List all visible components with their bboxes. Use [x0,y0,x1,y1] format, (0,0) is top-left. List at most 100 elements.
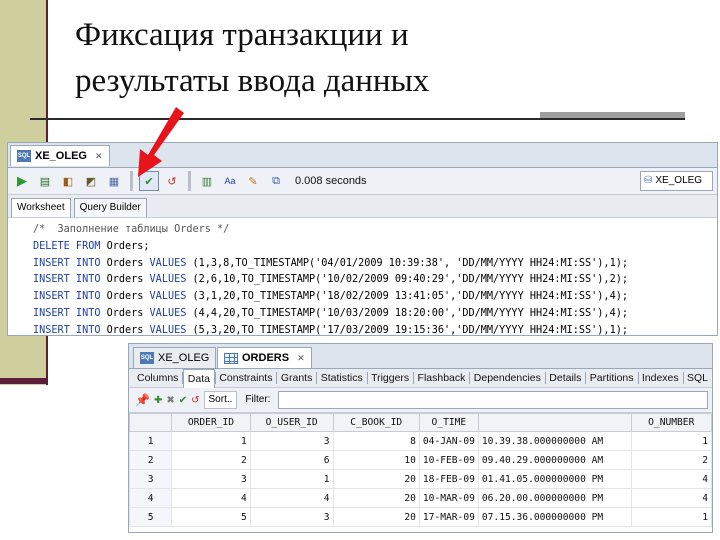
table-cell[interactable]: 1 [630,507,712,527]
sql-keyword: VALUES [149,274,187,286]
sql-text: Orders [100,274,150,286]
table-cell[interactable]: 1 [249,469,334,489]
table-cell[interactable]: 4 [171,488,251,508]
sql-file-icon: SQL [17,150,31,162]
tab-triggers[interactable]: Triggers [367,369,413,387]
row-number[interactable]: 5 [129,507,173,527]
row-number[interactable]: 4 [129,488,173,508]
close-icon[interactable]: ✕ [297,348,305,368]
code-line: INSERT INTO Orders VALUES (1,3,8,TO_TIME… [33,256,717,273]
table-cell[interactable]: 10-MAR-09 [418,488,479,508]
table-cell[interactable]: 10-FEB-09 [418,450,479,470]
sort-button[interactable]: Sort.. [203,391,238,409]
table-cell[interactable]: 20 [332,469,420,489]
delete-row-icon[interactable]: ✖ [166,395,174,406]
table-cell[interactable]: 3 [249,507,334,527]
table-cell[interactable]: 20 [332,507,420,527]
tab-xe-oleg[interactable]: SQL XE_OLEG ✕ [10,145,110,166]
table-cell[interactable]: 04-JAN-09 [418,431,479,451]
change-case-icon[interactable]: Aa [220,171,240,191]
freeze-pin-icon[interactable]: 📌 [135,393,150,407]
commit-icon[interactable]: ✔ [179,395,187,406]
column-header-o-number[interactable]: O_NUMBER [630,413,712,432]
tab-query-builder[interactable]: Query Builder [73,198,147,217]
table-cell[interactable]: 6 [249,450,334,470]
tab-data[interactable]: Data [182,368,215,388]
column-header[interactable] [129,413,173,432]
column-header-o-time[interactable]: O_TIME [418,413,479,432]
red-arrow-annotation [138,107,184,177]
table-cell[interactable]: 3 [171,469,251,489]
rollback-icon[interactable]: ↺ [191,395,199,406]
slide-title-line1: Фиксация транзакции и [75,17,409,53]
tab-grants[interactable]: Grants [277,369,317,387]
sql-editor[interactable]: /* Заполнение таблицы Orders */ DELETE FR… [8,218,717,336]
table-row[interactable]: 2 2 6 10 10-FEB-09 09.40.29.000000000 AM 2 [129,450,712,470]
autotrace-icon[interactable]: ◩ [81,171,101,191]
table-cell[interactable]: 18-FEB-09 [418,469,479,489]
sql-worksheet-window: SQL XE_OLEG ✕ ▶ ▤ ◧ ◩ ▦ ✔ ↺ ▥ Aa ✎ ⧉ 0.0… [7,142,718,336]
table-cell[interactable]: 5 [171,507,251,527]
table-row[interactable]: 3 3 1 20 18-FEB-09 01.41.05.000000000 PM 4 [129,469,712,489]
tab-worksheet[interactable]: Worksheet [11,198,71,217]
sql-file-icon: SQL [140,352,154,364]
filter-input[interactable] [278,391,708,409]
tab-partitions[interactable]: Partitions [586,369,638,387]
clear-icon[interactable]: ✎ [243,171,263,191]
row-number[interactable]: 2 [129,450,173,470]
sql-keyword: VALUES [149,324,187,336]
table-row[interactable]: 4 4 4 20 10-MAR-09 06.20.00.000000000 PM 4 [129,488,712,508]
close-icon[interactable]: ✕ [95,146,103,166]
table-cell[interactable]: 06.20.00.000000000 PM [477,488,632,508]
tab-xe-oleg-2[interactable]: SQL XE_OLEG [133,347,217,368]
table-cell[interactable]: 1 [171,431,251,451]
table-cell[interactable]: 10 [332,450,420,470]
table-cell[interactable]: 2 [630,450,712,470]
insert-row-icon[interactable]: ✚ [154,395,162,406]
sql-text: (5,3,20,TO_TIMESTAMP('17/03/2009 19:15:3… [186,324,628,336]
column-header-c-book-id[interactable]: C_BOOK_ID [332,413,420,432]
table-cell[interactable]: 3 [249,431,334,451]
table-cell[interactable]: 10.39.38.000000000 AM [477,431,632,451]
sql-text: (1,3,8,TO_TIMESTAMP('04/01/2009 10:39:38… [186,257,628,269]
table-row[interactable]: 1 1 3 8 04-JAN-09 10.39.38.000000000 AM 1 [129,431,712,451]
table-cell[interactable]: 01.41.05.000000000 PM [477,469,632,489]
sql-history-icon[interactable]: ▥ [197,171,217,191]
row-number[interactable]: 3 [129,469,173,489]
table-cell[interactable]: 4 [630,469,712,489]
worksheet-toolbar: ▶ ▤ ◧ ◩ ▦ ✔ ↺ ▥ Aa ✎ ⧉ 0.008 seconds ⛁ X… [8,168,717,195]
tab-constraints[interactable]: Constraints [215,369,276,387]
table-cell[interactable]: 17-MAR-09 [418,507,479,527]
tab-flashback[interactable]: Flashback [414,369,470,387]
column-header-order-id[interactable]: ORDER_ID [171,413,251,432]
column-header[interactable] [477,413,632,432]
sql-keyword: VALUES [149,307,187,319]
column-header-o-user-id[interactable]: O_USER_ID [249,413,334,432]
table-cell[interactable]: 4 [630,488,712,508]
tab-sql[interactable]: SQL [683,369,712,387]
tab-details[interactable]: Details [545,369,585,387]
run-statement-icon[interactable]: ▶ [12,171,32,191]
grid-body: 1 1 3 8 04-JAN-09 10.39.38.000000000 AM 1 2 2 6 10… [129,431,712,527]
table-row[interactable]: 5 5 3 20 17-MAR-09 07.15.36.000000000 PM 1 [129,507,712,527]
table-cell[interactable]: 1 [630,431,712,451]
table-cell[interactable]: 2 [171,450,251,470]
sql-keyword: INSERT INTO [33,291,101,303]
connection-select[interactable]: ⛁ XE_OLEG [640,171,713,191]
tab-indexes[interactable]: Indexes [638,369,683,387]
explain-plan-icon[interactable]: ◧ [58,171,78,191]
table-cell[interactable]: 4 [249,488,334,508]
row-number[interactable]: 1 [129,431,173,451]
tab-columns[interactable]: Columns [133,369,182,387]
table-cell[interactable]: 09.40.29.000000000 AM [477,450,632,470]
sql-keyword: INSERT INTO [33,324,101,336]
tab-statistics[interactable]: Statistics [317,369,367,387]
tab-dependencies[interactable]: Dependencies [470,369,545,387]
tab-label: XE_OLEG [35,150,87,162]
table-cell[interactable]: 20 [332,488,420,508]
tab-orders[interactable]: ORDERS ✕ [217,347,312,368]
unshared-worksheet-icon[interactable]: ⧉ [266,171,286,191]
table-cell[interactable]: 8 [332,431,420,451]
run-script-icon[interactable]: ▤ [35,171,55,191]
table-cell[interactable]: 07.15.36.000000000 PM [477,507,632,527]
